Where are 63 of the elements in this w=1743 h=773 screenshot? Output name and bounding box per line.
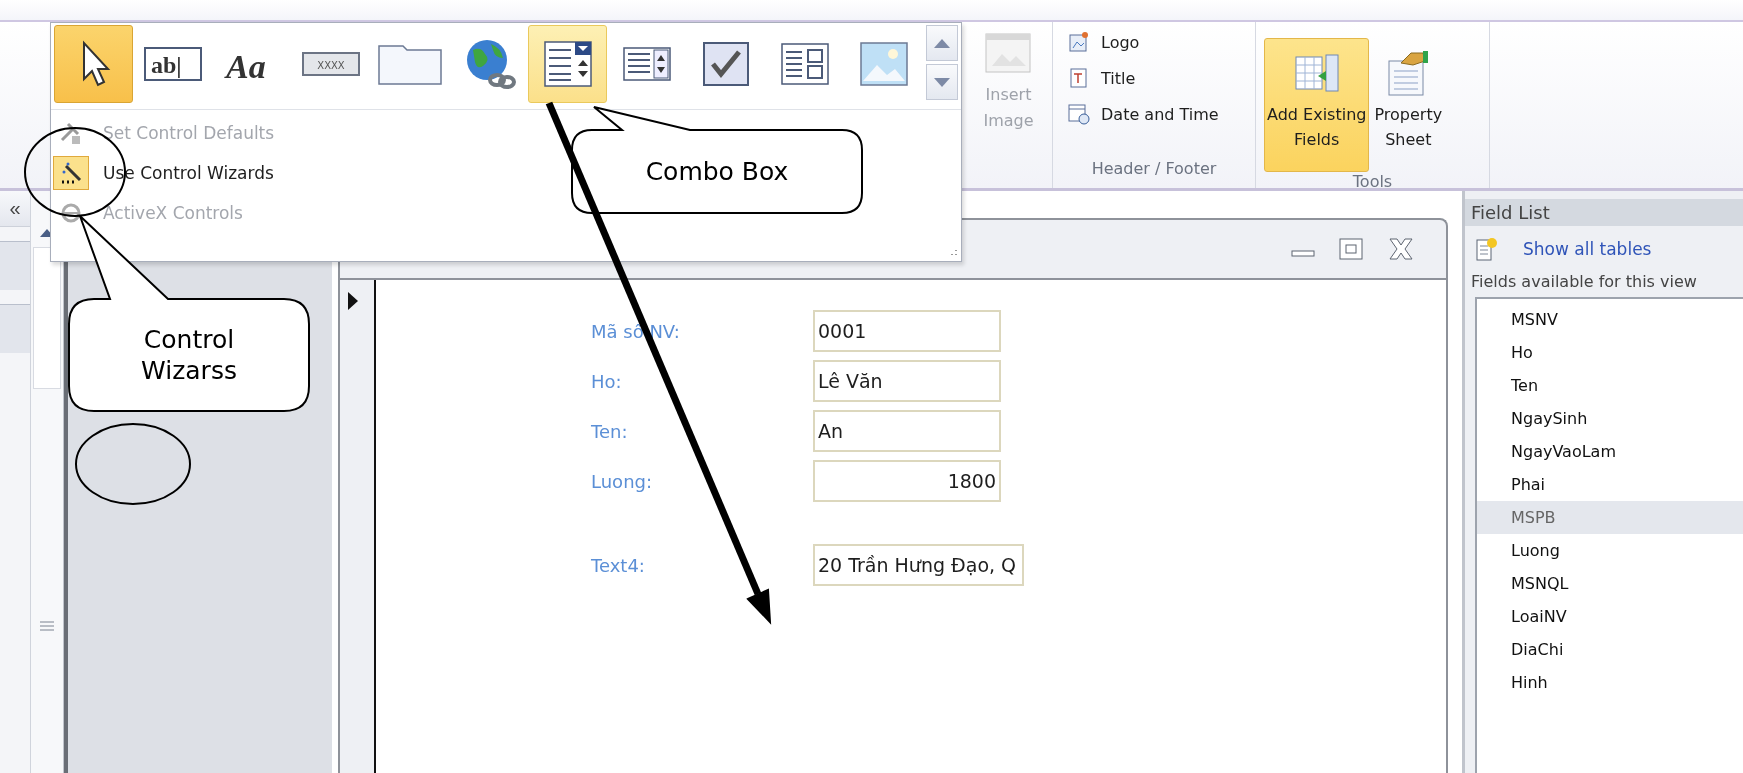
field-label: Ten: xyxy=(591,420,629,442)
text-box[interactable]: 20 Trần Hưng Đạo, Q xyxy=(813,544,1025,586)
scrollbar[interactable] xyxy=(30,191,64,773)
field-list-item[interactable]: LoaiNV xyxy=(1477,600,1743,633)
group-label: Header / Footer xyxy=(1090,159,1218,180)
grip-icon xyxy=(40,621,54,631)
text-box-icon: ab| xyxy=(142,44,203,84)
callout-text: Combo Box xyxy=(645,155,789,188)
label-icon: Aa xyxy=(221,44,282,84)
field-list-item[interactable]: Ho xyxy=(1477,336,1743,369)
text-box-tool-button[interactable]: ab| xyxy=(133,25,212,103)
combo-box-tool-button[interactable] xyxy=(528,25,607,103)
text-box[interactable]: Lê Văn xyxy=(813,360,1001,402)
field-list-item[interactable]: DiaChi xyxy=(1477,633,1743,666)
down-arrow-icon xyxy=(934,77,950,87)
callout-text: Control Wizarss xyxy=(140,323,238,387)
record-pointer-icon xyxy=(348,292,358,310)
field-label: Mã số NV: xyxy=(591,320,681,342)
close-icon[interactable] xyxy=(1386,236,1416,262)
field-list-item[interactable]: Ten xyxy=(1477,369,1743,402)
label-tool-button[interactable]: Aa xyxy=(212,25,291,103)
field-label: Text4: xyxy=(591,554,646,576)
text-box[interactable]: 0001 xyxy=(813,310,1001,352)
field-label: Luong: xyxy=(591,470,654,492)
list-box-icon xyxy=(621,44,672,84)
folder-tab-icon xyxy=(376,42,443,86)
field-list-item[interactable]: Luong xyxy=(1477,534,1743,567)
pane-title: Field List xyxy=(1465,199,1743,226)
field-list-item[interactable]: Phai xyxy=(1477,468,1743,501)
calendar-clock-icon xyxy=(1067,102,1091,126)
scroll-down-button[interactable] xyxy=(926,64,958,100)
restore-icon[interactable] xyxy=(1338,237,1364,261)
ribbon-item[interactable]: Logo xyxy=(1067,30,1255,54)
field-list-item[interactable]: NgayVaoLam xyxy=(1477,435,1743,468)
show-all-tables-link[interactable]: Show all tables xyxy=(1523,239,1652,259)
pointer-tool-button[interactable] xyxy=(54,25,133,103)
field-list-item[interactable]: Hinh xyxy=(1477,666,1743,699)
scroll-up-button[interactable] xyxy=(926,25,958,61)
field-list-item[interactable]: MSNV xyxy=(1477,303,1743,336)
field-list-item[interactable]: MSNQL xyxy=(1477,567,1743,600)
button-tool-button[interactable]: XXXX xyxy=(291,25,370,103)
text-box[interactable]: 1800 xyxy=(813,460,1001,502)
ribbon-item[interactable]: Date and Time xyxy=(1067,102,1255,126)
field-label: Ho: xyxy=(591,370,623,392)
button-icon: XXXX xyxy=(300,49,361,79)
scroll-thumb[interactable] xyxy=(33,247,61,389)
ribbon-item[interactable]: Title xyxy=(1067,66,1255,90)
field-list-item[interactable]: MSPB xyxy=(1477,501,1743,534)
up-arrow-icon xyxy=(934,38,950,48)
caption: Fields available for this view xyxy=(1470,271,1698,293)
group-label: Tools xyxy=(1351,172,1394,193)
table-add-icon xyxy=(1475,236,1499,262)
logo-icon xyxy=(1067,30,1091,54)
resize-grip-icon[interactable] xyxy=(948,248,958,258)
combo-box-icon xyxy=(542,40,593,88)
add-existing-fields-button[interactable]: Add Existing Fields xyxy=(1264,38,1370,172)
text-box[interactable]: An xyxy=(813,410,1001,452)
picture-icon xyxy=(858,41,909,87)
picture-icon xyxy=(984,32,1033,76)
property-sheet-button[interactable]: Property Sheet xyxy=(1371,38,1446,172)
option-group-icon xyxy=(779,42,830,86)
checkbox-icon xyxy=(700,40,751,88)
field-list-item[interactable]: NgaySinh xyxy=(1477,402,1743,435)
